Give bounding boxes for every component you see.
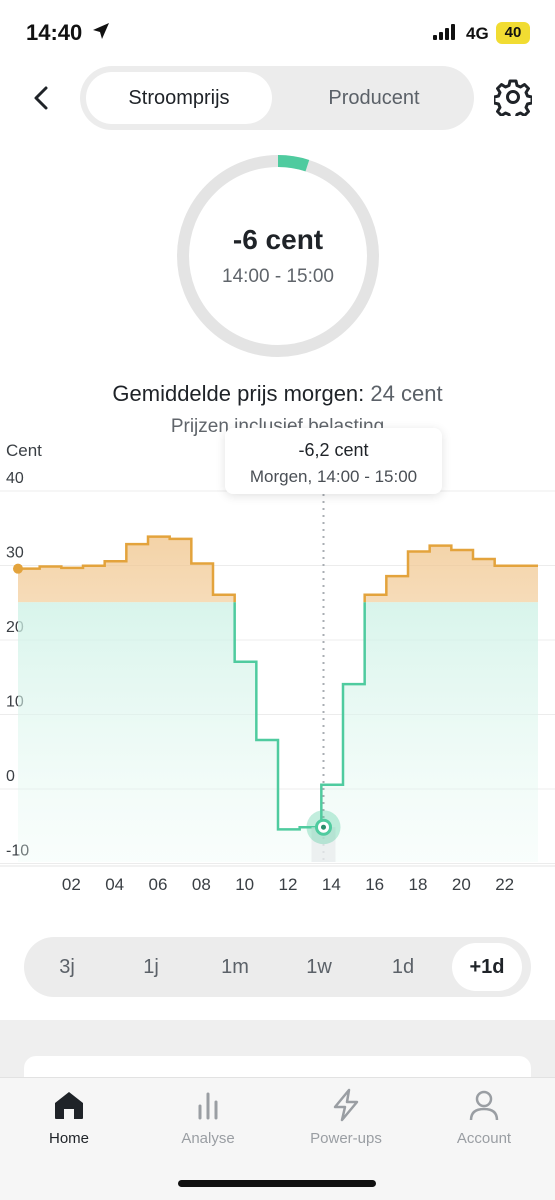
- x-tick-label: 18: [409, 875, 428, 894]
- current-price: -6 cent: [232, 224, 324, 255]
- gear-icon: [492, 79, 534, 121]
- current-time-range: 14:00 - 15:00: [222, 266, 334, 287]
- average-price-value: 24 cent: [370, 381, 443, 406]
- nav-account-label: Account: [456, 1130, 512, 1147]
- lightning-icon: [333, 1088, 359, 1122]
- range-1m[interactable]: 1m: [200, 943, 270, 991]
- x-tick-label: 14: [322, 875, 341, 894]
- price-chart[interactable]: 40 30 20 10 0 -10 02 04 06 08 10 12 14 16 18 20 22: [0, 430, 555, 910]
- nav-power-ups[interactable]: Power-ups: [286, 1088, 406, 1147]
- range-1d[interactable]: 1d: [368, 943, 438, 991]
- time-range-selector: 3j 1j 1m 1w 1d +1d: [24, 937, 531, 997]
- status-time: 14:40: [26, 20, 83, 45]
- nav-power-ups-label: Power-ups: [310, 1130, 382, 1147]
- y-tick-label: 0: [6, 768, 15, 785]
- mode-segmented-control: Stroomprijs Producent: [80, 66, 474, 130]
- signal-icon: [433, 24, 455, 40]
- tooltip-time: Morgen, 14:00 - 15:00: [249, 467, 418, 486]
- y-axis-label: Cent: [6, 441, 42, 460]
- nav-analyse[interactable]: Analyse: [148, 1088, 268, 1147]
- nav-analyse-label: Analyse: [181, 1130, 235, 1147]
- back-button[interactable]: [26, 82, 58, 114]
- nav-home-label: Home: [48, 1130, 89, 1147]
- x-tick-label: 12: [279, 875, 298, 894]
- range-1j[interactable]: 1j: [116, 943, 186, 991]
- y-tick-label: 40: [6, 470, 24, 487]
- average-price-label: Gemiddelde prijs morgen:: [112, 381, 365, 406]
- battery-indicator: 40: [496, 22, 530, 44]
- price-ring: [177, 155, 379, 357]
- home-indicator: [178, 1180, 376, 1187]
- x-tick-label: 06: [149, 875, 168, 894]
- selected-point-center: [321, 824, 326, 830]
- x-tick-label: 22: [495, 875, 514, 894]
- x-tick-label: 08: [192, 875, 211, 894]
- bar-chart-icon: [198, 1092, 218, 1120]
- series-start-point: [13, 563, 23, 574]
- chevron-left-icon: [34, 86, 48, 110]
- range-1w[interactable]: 1w: [284, 943, 354, 991]
- status-bar: 14:40 4G 40: [0, 0, 555, 66]
- chart-tooltip: -6,2 cent Morgen, 14:00 - 15:00: [225, 428, 442, 494]
- price-chart-svg: 403020100-10 02 04 06 08 10 12 14 16 18 20 22: [0, 470, 555, 894]
- settings-button[interactable]: [492, 78, 534, 121]
- range-plus-1d[interactable]: +1d: [452, 943, 522, 991]
- x-tick-label: 02: [62, 875, 81, 894]
- user-icon: [469, 1090, 499, 1121]
- average-price-line: Gemiddelde prijs morgen: 24 cent: [0, 381, 555, 407]
- nav-home[interactable]: Home: [9, 1088, 129, 1147]
- nav-account[interactable]: Account: [424, 1088, 544, 1147]
- home-icon: [55, 1092, 83, 1119]
- tooltip-value: -6,2 cent: [298, 440, 369, 460]
- x-tick-label: 10: [235, 875, 254, 894]
- x-tick-label: 20: [452, 875, 471, 894]
- network-type: 4G: [466, 24, 489, 43]
- y-tick-label: 30: [6, 545, 24, 562]
- x-tick-label: 04: [105, 875, 124, 894]
- tab-producent[interactable]: Producent: [280, 72, 468, 124]
- location-arrow-icon: [93, 23, 109, 39]
- tab-stroomprijs[interactable]: Stroomprijs: [86, 72, 272, 124]
- x-tick-label: 16: [365, 875, 384, 894]
- range-3j[interactable]: 3j: [32, 943, 102, 991]
